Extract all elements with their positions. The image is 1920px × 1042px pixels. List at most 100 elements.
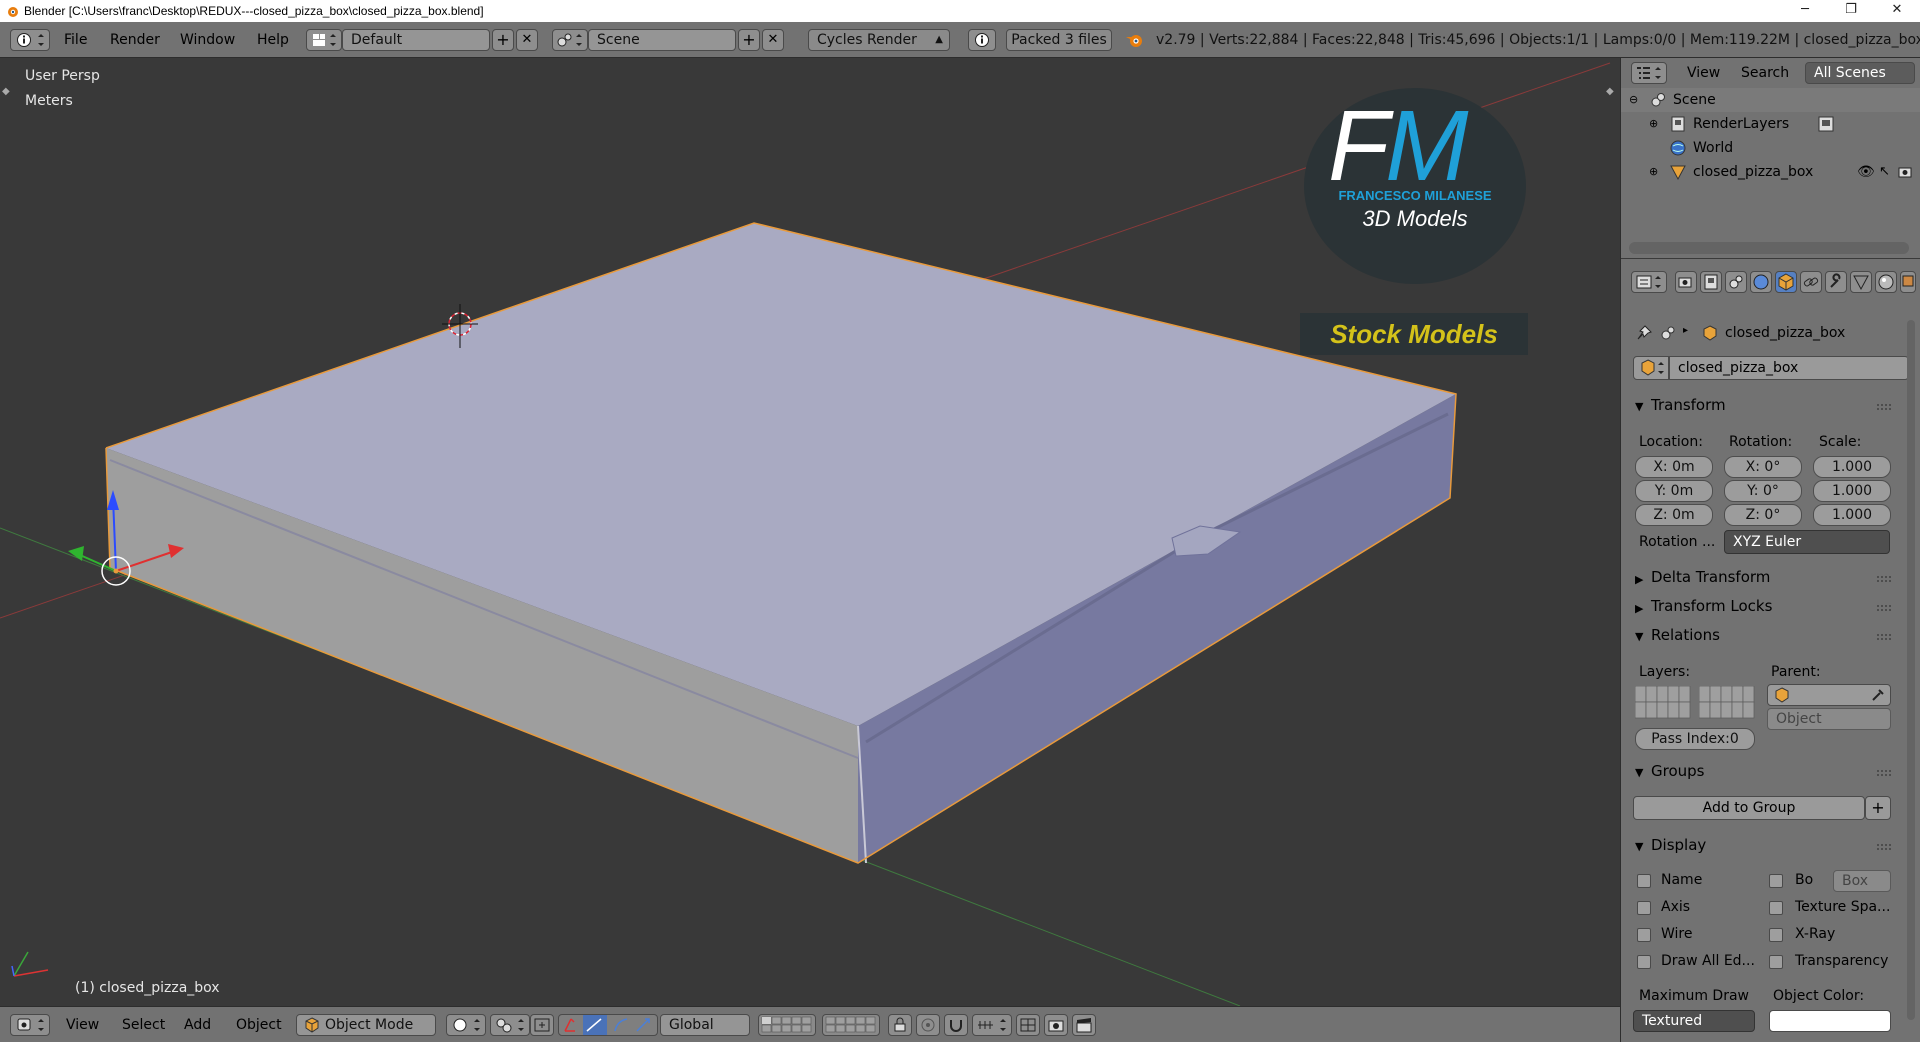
render-layer-type-icon[interactable]	[1817, 115, 1835, 133]
rotation-mode-select[interactable]: XYZ Euler	[1724, 530, 1890, 554]
panel-grip-icon[interactable]	[1877, 634, 1891, 640]
transform-locks-panel-title[interactable]: Transform Locks	[1651, 597, 1772, 615]
location-x-field[interactable]: X: 0m	[1635, 456, 1713, 478]
scale-z-field[interactable]: 1.000	[1813, 504, 1891, 526]
tab-world[interactable]	[1750, 271, 1772, 293]
layers-grid-left[interactable]	[1634, 685, 1693, 720]
object-color-swatch[interactable]	[1769, 1010, 1891, 1032]
display-wire-checkbox[interactable]	[1637, 928, 1651, 942]
tab-render[interactable]	[1675, 271, 1697, 293]
panel-grip-icon[interactable]	[1877, 844, 1891, 850]
tab-object[interactable]	[1775, 271, 1797, 293]
editor-type-outliner-button[interactable]	[1631, 62, 1667, 84]
add-screen-button[interactable]: +	[492, 29, 514, 51]
opengl-render-button[interactable]	[1044, 1014, 1068, 1036]
properties-region-toggle-icon[interactable]: ◆	[1606, 86, 1614, 97]
menu-window[interactable]: Window	[180, 29, 235, 51]
proportional-edit-toggle[interactable]	[916, 1014, 940, 1036]
render-engine-select[interactable]: Cycles Render ▲	[808, 29, 950, 51]
panel-grip-icon[interactable]	[1877, 576, 1891, 582]
pivot-point-select[interactable]	[490, 1014, 530, 1036]
new-group-button[interactable]: +	[1865, 796, 1891, 820]
packed-info-icon-button[interactable]	[968, 29, 996, 51]
pin-icon[interactable]	[1635, 324, 1653, 342]
tab-render-layers[interactable]	[1700, 271, 1722, 293]
parent-field[interactable]	[1767, 684, 1891, 706]
cursor-select-icon[interactable]: ↖	[1879, 160, 1890, 184]
manipulator-toggle[interactable]	[530, 1014, 554, 1036]
tab-material[interactable]	[1875, 271, 1897, 293]
display-name-checkbox[interactable]	[1637, 874, 1651, 888]
panel-grip-icon[interactable]	[1877, 605, 1891, 611]
scale-x-field[interactable]: 1.000	[1813, 456, 1891, 478]
toolshelf-toggle-icon[interactable]: ◆	[2, 86, 10, 97]
maximize-button[interactable]: ❐	[1828, 0, 1874, 22]
collapse-icon[interactable]: ⊖	[1629, 88, 1638, 112]
editor-type-properties-button[interactable]	[1631, 271, 1667, 293]
menu-help[interactable]: Help	[257, 29, 289, 51]
panel-expanded-icon[interactable]: ▼	[1635, 630, 1643, 643]
panel-expanded-icon[interactable]: ▼	[1635, 400, 1643, 413]
menu-view[interactable]: View	[66, 1014, 99, 1036]
eyedropper-icon[interactable]	[1870, 687, 1886, 703]
menu-add[interactable]: Add	[184, 1014, 211, 1036]
editor-type-3dview-button[interactable]	[10, 1014, 50, 1036]
panel-expanded-icon[interactable]: ▼	[1635, 766, 1643, 779]
location-y-field[interactable]: Y: 0m	[1635, 480, 1713, 502]
delete-scene-button[interactable]: ✕	[762, 29, 784, 51]
tab-data[interactable]	[1850, 271, 1872, 293]
expand-icon[interactable]: ⊕	[1649, 160, 1658, 184]
properties-scrollbar[interactable]	[1907, 320, 1915, 1020]
outliner-display-select[interactable]: All Scenes	[1805, 62, 1915, 84]
tab-texture[interactable]	[1900, 271, 1916, 293]
menu-render[interactable]: Render	[110, 29, 160, 51]
groups-panel-title[interactable]: Groups	[1651, 762, 1704, 780]
expand-icon[interactable]: ⊕	[1649, 112, 1658, 136]
menu-object[interactable]: Object	[236, 1014, 282, 1036]
screen-layout-icon-button[interactable]	[306, 29, 342, 51]
pass-index-field[interactable]: Pass Index:0	[1635, 728, 1755, 750]
panel-grip-icon[interactable]	[1877, 770, 1891, 776]
display-bounds-checkbox[interactable]	[1769, 874, 1783, 888]
rotation-z-field[interactable]: Z: 0°	[1724, 504, 1802, 526]
packed-files-button[interactable]: Packed 3 files	[1006, 29, 1112, 51]
manipulator-types[interactable]	[558, 1014, 658, 1036]
relations-panel-title[interactable]: Relations	[1651, 626, 1720, 644]
add-to-group-button[interactable]: Add to Group	[1633, 796, 1865, 820]
display-xray-checkbox[interactable]	[1769, 928, 1783, 942]
snap-toggle[interactable]	[944, 1014, 968, 1036]
layers-grid-a[interactable]	[758, 1014, 816, 1036]
outliner-row-closed-pizza-box[interactable]: ⊕ closed_pizza_box 👁 ↖	[1621, 160, 1920, 184]
object-name-field[interactable]: closed_pizza_box	[1669, 356, 1909, 380]
location-z-field[interactable]: Z: 0m	[1635, 504, 1713, 526]
close-button[interactable]: ✕	[1874, 0, 1920, 22]
menu-file[interactable]: File	[64, 29, 87, 51]
display-panel-title[interactable]: Display	[1651, 836, 1706, 854]
tab-constraints[interactable]	[1800, 271, 1822, 293]
mode-select[interactable]: Object Mode	[296, 1014, 436, 1036]
parent-type-select[interactable]: Object	[1767, 708, 1891, 730]
scale-y-field[interactable]: 1.000	[1813, 480, 1891, 502]
bounds-type-select[interactable]: Box	[1833, 870, 1891, 892]
editor-type-info-button[interactable]	[10, 29, 50, 51]
minimize-button[interactable]: ─	[1782, 0, 1828, 22]
lock-layers-toggle[interactable]	[888, 1014, 912, 1036]
rotation-y-field[interactable]: Y: 0°	[1724, 480, 1802, 502]
outliner-row-renderlayers[interactable]: ⊕ RenderLayers	[1621, 112, 1920, 136]
snap-target-toggle[interactable]	[1016, 1014, 1040, 1036]
delta-transform-panel-title[interactable]: Delta Transform	[1651, 568, 1770, 586]
display-axis-checkbox[interactable]	[1637, 901, 1651, 915]
display-draw-all-edges-checkbox[interactable]	[1637, 955, 1651, 969]
panel-expanded-icon[interactable]: ▼	[1635, 840, 1643, 853]
max-draw-type-select[interactable]: Textured	[1633, 1010, 1755, 1032]
viewport-shading-select[interactable]	[446, 1014, 486, 1036]
scene-icon-button[interactable]	[552, 29, 588, 51]
object-datablock-button[interactable]	[1633, 356, 1669, 380]
tab-modifiers[interactable]	[1825, 271, 1847, 293]
eye-icon[interactable]: 👁	[1857, 160, 1875, 184]
render-camera-icon[interactable]	[1897, 164, 1913, 180]
transform-orientation-select[interactable]: Global	[660, 1014, 750, 1036]
outliner-menu-search[interactable]: Search	[1741, 62, 1789, 84]
tab-scene[interactable]	[1725, 271, 1747, 293]
layers-grid-right[interactable]	[1698, 685, 1757, 720]
